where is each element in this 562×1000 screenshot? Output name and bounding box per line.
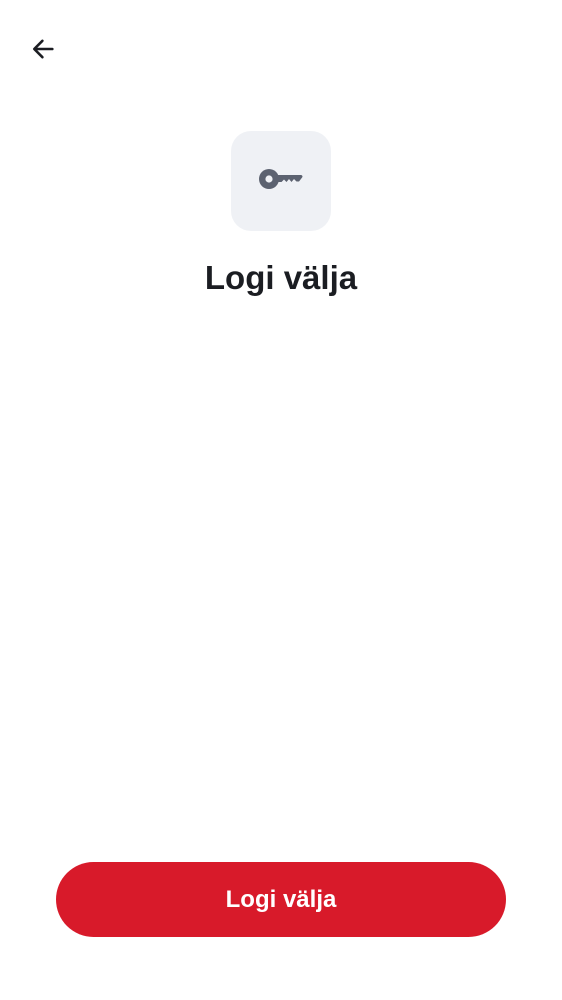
key-icon: [257, 164, 305, 199]
arrow-left-icon: [29, 35, 57, 68]
logout-button[interactable]: Logi välja: [56, 862, 506, 937]
logout-button-label: Logi välja: [225, 885, 337, 913]
key-icon-tile: [231, 131, 331, 231]
page-title: Logi välja: [204, 259, 358, 296]
back-button[interactable]: [22, 30, 64, 72]
